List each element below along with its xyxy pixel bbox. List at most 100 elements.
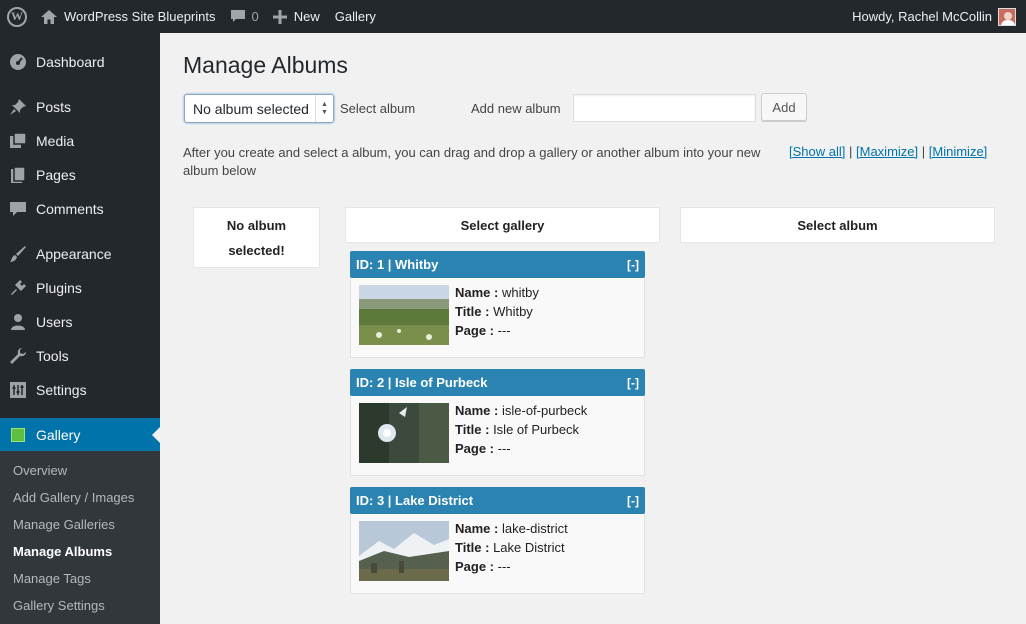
sidebar-item-plugins[interactable]: Plugins	[0, 271, 160, 305]
gallery-link[interactable]: Gallery	[327, 0, 383, 33]
sidebar-item-label: Appearance	[36, 246, 112, 262]
gallery-card-header[interactable]: ID: 1 | Whitby [-]	[350, 251, 645, 278]
pin-icon	[0, 98, 36, 116]
site-name: WordPress Site Blueprints	[64, 9, 216, 24]
gallery-card-lake-district[interactable]: ID: 3 | Lake District [-] Name : lake-di…	[350, 487, 645, 594]
user-icon	[0, 313, 36, 331]
sidebar-item-label: Dashboard	[36, 54, 105, 70]
gallery-title: Isle of Purbeck	[493, 422, 580, 437]
gallery-icon	[11, 428, 25, 442]
minimize-link[interactable]: [Minimize]	[929, 144, 988, 159]
collapse-toggle[interactable]: [-]	[627, 258, 639, 272]
new-label: New	[293, 9, 320, 24]
sidebar-item-media[interactable]: Media	[0, 124, 160, 158]
gallery-page: ---	[497, 559, 511, 574]
admin-sidebar: Dashboard Posts Media Pages Comments App…	[0, 33, 160, 624]
page-title: Manage Albums	[183, 52, 348, 78]
sidebar-item-label: Posts	[36, 99, 72, 115]
collapse-toggle[interactable]: [-]	[627, 494, 639, 508]
add-new-album-label: Add new album	[471, 101, 561, 116]
new-album-input[interactable]	[573, 94, 756, 122]
gallery-thumbnail	[359, 285, 449, 345]
gallery-info: Name : whitby Title : Whitby Page : ---	[455, 283, 539, 340]
wordpress-logo-icon: W	[7, 6, 27, 27]
sidebar-item-posts[interactable]: Posts	[0, 90, 160, 124]
sidebar-item-label: Comments	[36, 201, 104, 217]
gallery-card-header[interactable]: ID: 3 | Lake District [-]	[350, 487, 645, 514]
gallery-page: ---	[497, 323, 511, 338]
wordpress-logo-button[interactable]: W	[0, 0, 34, 33]
gallery-name: lake-district	[501, 521, 568, 536]
submenu-item-gallery-settings[interactable]: Gallery Settings	[13, 598, 105, 613]
comments-link[interactable]: 0	[223, 0, 266, 33]
title-label: Title :	[455, 304, 490, 319]
gallery-card-title: ID: 3 | Lake District	[356, 493, 474, 508]
album-select-value: No album selected	[193, 101, 309, 117]
select-album-header: Select album	[680, 207, 995, 243]
brush-icon	[0, 245, 36, 263]
gallery-thumbnail	[359, 403, 449, 463]
select-arrows-icon: ▲ ▼	[315, 95, 333, 122]
album-select[interactable]: No album selected ▲ ▼	[184, 94, 334, 123]
separator: |	[921, 144, 926, 159]
page-label: Page :	[455, 441, 495, 456]
submenu-item-manage-galleries[interactable]: Manage Galleries	[13, 517, 115, 532]
sidebar-item-dashboard[interactable]: Dashboard	[0, 45, 160, 79]
submenu-item-add-gallery[interactable]: Add Gallery / Images	[13, 490, 134, 505]
plus-icon	[272, 9, 287, 24]
plug-icon	[0, 279, 36, 297]
sidebar-item-comments[interactable]: Comments	[0, 192, 160, 226]
sidebar-item-tools[interactable]: Tools	[0, 339, 160, 373]
gallery-thumbnail	[359, 521, 449, 581]
gallery-card-title: ID: 2 | Isle of Purbeck	[356, 375, 488, 390]
sidebar-item-users[interactable]: Users	[0, 305, 160, 339]
site-name-link[interactable]: WordPress Site Blueprints	[34, 0, 223, 33]
main-content: Manage Albums No album selected ▲ ▼ Selec…	[160, 33, 1026, 624]
admin-bar: W WordPress Site Blueprints 0 New Galler…	[0, 0, 1026, 33]
sidebar-item-label: Users	[36, 314, 73, 330]
gallery-title: Whitby	[493, 304, 533, 319]
select-album-label: Select album	[340, 101, 416, 116]
sidebar-item-label: Settings	[36, 382, 87, 398]
sidebar-item-label: Plugins	[36, 280, 82, 296]
submenu-item-overview[interactable]: Overview	[13, 463, 67, 478]
pages-icon	[0, 166, 36, 184]
collapse-toggle[interactable]: [-]	[627, 376, 639, 390]
show-all-link[interactable]: [Show all]	[789, 144, 845, 159]
gallery-name: whitby	[501, 285, 539, 300]
gallery-label: Gallery	[334, 9, 376, 24]
no-album-selected-box: No album selected!	[193, 207, 320, 268]
howdy-text: Howdy, Rachel McCollin	[852, 9, 992, 24]
gallery-card-header[interactable]: ID: 2 | Isle of Purbeck [-]	[350, 369, 645, 396]
submenu-item-manage-albums[interactable]: Manage Albums	[13, 544, 112, 559]
name-label: Name :	[455, 521, 499, 536]
settings-icon	[0, 381, 36, 399]
dashboard-icon	[0, 53, 36, 71]
sidebar-item-settings[interactable]: Settings	[0, 373, 160, 407]
gallery-info: Name : lake-district Title : Lake Distri…	[455, 519, 568, 576]
media-icon	[0, 132, 36, 150]
avatar	[998, 7, 1016, 26]
title-label: Title :	[455, 422, 490, 437]
gallery-card-isle-of-purbeck[interactable]: ID: 2 | Isle of Purbeck [-] Name : isle-…	[350, 369, 645, 476]
gallery-info: Name : isle-of-purbeck Title : Isle of P…	[455, 401, 587, 458]
title-label: Title :	[455, 540, 490, 555]
sidebar-item-label: Gallery	[36, 427, 81, 443]
gallery-card-whitby[interactable]: ID: 1 | Whitby [-] Name : whitby Title :…	[350, 251, 645, 358]
submenu-item-manage-tags[interactable]: Manage Tags	[13, 571, 91, 586]
gallery-page: ---	[497, 441, 511, 456]
add-album-button[interactable]: Add	[761, 93, 807, 121]
gallery-name: isle-of-purbeck	[501, 403, 588, 418]
select-gallery-header: Select gallery	[345, 207, 660, 243]
maximize-link[interactable]: [Maximize]	[856, 144, 918, 159]
sidebar-item-label: Media	[36, 133, 75, 149]
gallery-title: Lake District	[493, 540, 565, 555]
gallery-submenu: Overview Add Gallery / Images Manage Gal…	[0, 451, 160, 624]
instructions-text: After you create and select a album, you…	[183, 145, 761, 178]
sidebar-item-gallery[interactable]: Gallery	[0, 418, 160, 452]
sidebar-item-appearance[interactable]: Appearance	[0, 237, 160, 271]
sidebar-item-pages[interactable]: Pages	[0, 158, 160, 192]
new-content-link[interactable]: New	[266, 0, 327, 33]
user-account-menu[interactable]: Howdy, Rachel McCollin	[845, 0, 1026, 33]
comments-count: 0	[251, 9, 259, 24]
